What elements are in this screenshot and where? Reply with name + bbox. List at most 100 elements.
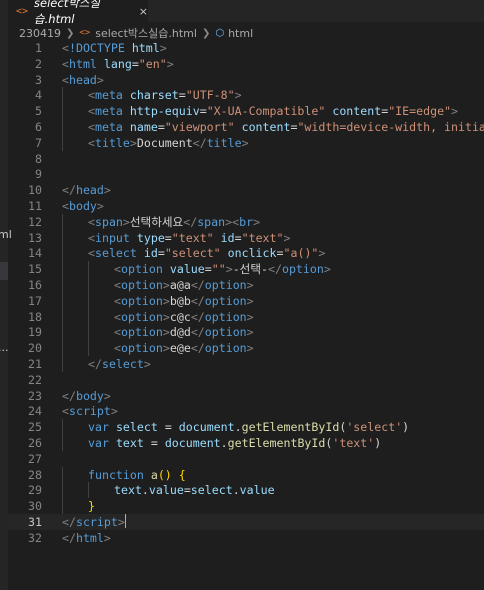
code-line[interactable]: 25 var select = document.getElementById('… — [8, 419, 484, 436]
indent-guide — [88, 292, 89, 309]
code-line[interactable]: 28 function a() { — [8, 466, 484, 483]
code-token: "width=device-width, initial-sca — [297, 120, 484, 134]
code-text: <option value="">-선택-</option> — [114, 261, 331, 277]
code-token: option — [120, 293, 163, 308]
code-token: onclick — [227, 246, 277, 261]
code-token: option — [204, 293, 247, 308]
code-token: script — [75, 515, 118, 529]
close-icon[interactable]: × — [139, 5, 148, 18]
code-token: 선택하세요 — [129, 214, 184, 229]
indent-guide — [62, 419, 63, 436]
code-line[interactable]: 12 <span>선택하세요</span><br> — [8, 213, 484, 230]
code-line[interactable]: 15 <option value="">-선택-</option> — [8, 261, 484, 278]
code-token: http-equiv — [129, 104, 200, 119]
code-token: option — [204, 278, 247, 292]
code-line[interactable]: 4 <meta charset="UTF-8"> — [8, 87, 484, 104]
code-line[interactable]: 24 <script> — [8, 403, 484, 419]
code-line[interactable]: 30} — [8, 498, 484, 515]
code-editor[interactable]: 1 <!DOCTYPE html> 2 <html lang="en"> 3 <head>… — [8, 40, 484, 590]
code-line[interactable]: 3 <head> — [8, 72, 484, 88]
tab-select-html[interactable]: <> select박스실습.html × — [8, 0, 148, 26]
code-line[interactable]: 14 <select id="select" onclick="a()"> — [8, 245, 484, 262]
code-token: span — [197, 214, 226, 229]
code-line[interactable]: 32 </html> — [8, 530, 484, 546]
breadcrumb-file[interactable]: select박스실습.html — [95, 25, 197, 41]
code-token: > — [162, 293, 170, 308]
code-token: . — [234, 420, 242, 435]
code-line[interactable]: 26 var text = document.getElementById('te… — [8, 435, 484, 451]
code-token: >< — [225, 214, 240, 229]
code-token: b@b — [169, 293, 191, 308]
code-line[interactable]: 20 <option>e@e</option> — [8, 340, 484, 357]
code-line[interactable]: 22 — [8, 372, 484, 388]
code-text: </head> — [62, 182, 111, 198]
indent-guide — [88, 482, 89, 499]
code-line[interactable]: 27 — [8, 451, 484, 467]
code-token: > — [162, 325, 170, 340]
explorer-panel[interactable]: ml ... — [0, 0, 12, 590]
code-line[interactable]: 11 <body> — [8, 198, 484, 214]
code-token: html — [75, 530, 104, 545]
indent-guide — [88, 308, 89, 325]
line-number: 7 — [35, 135, 42, 150]
code-line[interactable]: 2 <html lang="en"> — [8, 56, 484, 72]
code-token: meta — [94, 104, 123, 119]
code-text: <option>c@c</option> — [114, 309, 254, 325]
code-line[interactable]: 8 — [8, 151, 484, 167]
code-line[interactable]: 29 text.value=select.value — [8, 482, 484, 499]
code-text: <title>Document</title> — [88, 135, 249, 151]
breadcrumb-symbol[interactable]: html — [228, 27, 253, 40]
line-number: 3 — [35, 72, 42, 87]
code-line[interactable]: 6 <meta name="viewport" content="width=de… — [8, 119, 484, 135]
code-token: > — [103, 530, 111, 545]
code-token: ) — [402, 420, 410, 435]
code-token: > — [246, 325, 254, 340]
code-token: > — [246, 278, 254, 292]
code-token: html — [131, 41, 160, 55]
code-text: text.value=select.value — [114, 482, 275, 498]
line-number: 27 — [28, 451, 42, 466]
code-token: option — [120, 278, 163, 292]
code-token: 'select' — [346, 420, 403, 435]
code-line[interactable]: 19 <option>d@d</option> — [8, 324, 484, 341]
code-token: option — [120, 325, 163, 340]
code-line[interactable]: 1 <!DOCTYPE html> — [8, 40, 484, 56]
code-token: = — [183, 483, 191, 498]
code-line[interactable]: 31 </script> — [8, 514, 484, 530]
line-number: 30 — [28, 499, 42, 514]
code-line[interactable]: 18 <option>c@c</option> — [8, 308, 484, 325]
code-line[interactable]: 23 </body> — [8, 388, 484, 404]
code-line[interactable]: 13 <input type="text" id="text"> — [8, 229, 484, 246]
indent-guide — [62, 261, 63, 278]
symbol-element-icon: ⬡ — [215, 27, 225, 39]
code-line[interactable]: 5 <meta http-equiv="X-UA-Compatible" cont… — [8, 103, 484, 120]
code-line[interactable]: 16 <option>a@a</option> — [8, 277, 484, 293]
line-number: 13 — [28, 230, 42, 245]
line-number: 28 — [28, 467, 42, 482]
code-line[interactable]: 21 </select> — [8, 356, 484, 372]
code-text: </html> — [62, 530, 111, 546]
code-line[interactable]: 17 <option>b@b</option> — [8, 292, 484, 309]
code-token: select — [94, 246, 137, 261]
explorer-selected-item[interactable] — [0, 262, 8, 280]
breadcrumb-folder[interactable]: 230419 — [19, 27, 61, 40]
code-line[interactable]: 9 — [8, 166, 484, 182]
code-line[interactable]: 7 <title>Document</title> — [8, 134, 484, 151]
code-token: > — [110, 404, 118, 419]
indent-guide — [62, 119, 63, 135]
code-token: . — [141, 483, 149, 498]
line-number: 11 — [28, 199, 42, 213]
indent-guide — [62, 277, 63, 293]
code-line[interactable]: 10 </head> — [8, 182, 484, 198]
code-token: > — [122, 214, 130, 229]
code-token: = — [157, 246, 165, 261]
line-number: 21 — [28, 357, 42, 371]
code-token: </ — [192, 135, 207, 150]
code-token: > — [96, 199, 104, 213]
line-number: 16 — [28, 278, 42, 292]
